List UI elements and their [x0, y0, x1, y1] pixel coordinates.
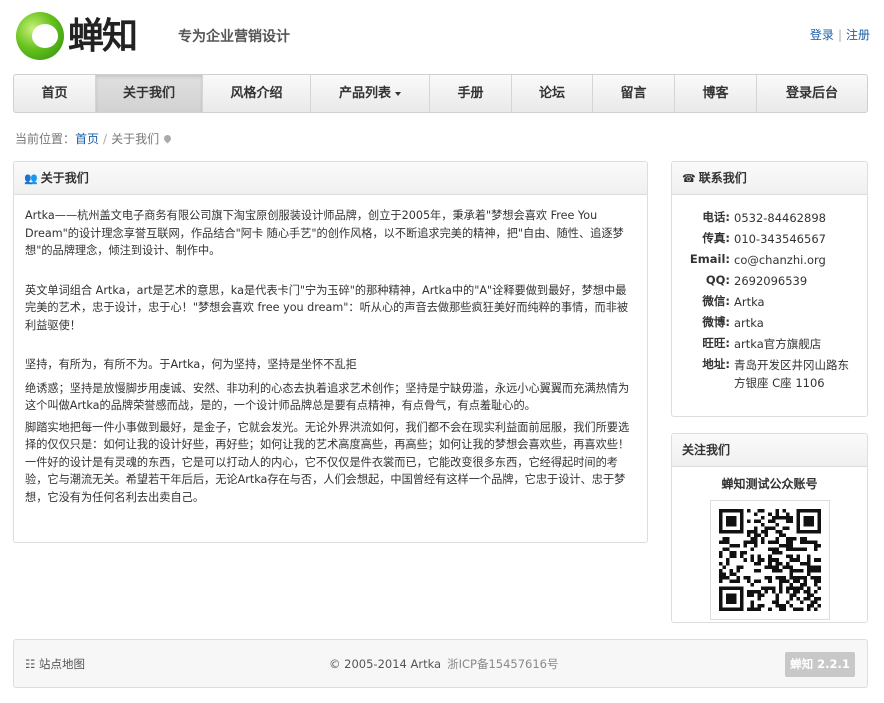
nav-item-products[interactable]: 产品列表 [311, 75, 430, 112]
address-value: 青岛开发区井冈山路东方银座 C座 1106 [734, 357, 849, 390]
nav-item-manual[interactable]: 手册 [430, 75, 512, 112]
about-paragraph: 英文单词组合 Artka，art是艺术的意思，ka是代表卡门"宁为玉碎"的那种精… [25, 283, 629, 332]
sitemap-link[interactable]: ☷ 站点地图 [25, 656, 85, 672]
contact-row-fax: 传真: 010-343546567 [682, 228, 857, 249]
map-marker-icon [162, 133, 173, 144]
about-content: Artka——杭州盖文电子商务有限公司旗下淘宝原创服装设计师品牌，创立于2005… [14, 195, 647, 522]
footer: ☷ 站点地图 © 2005-2014 Artka 浙ICP备15457616号 蝉… [13, 639, 868, 688]
about-paragraph: 脚踏实地把每一件小事做到最好，是金子，它就会发光。无论外界洪流如何，我们都不会在… [25, 420, 630, 504]
breadcrumb-home-link[interactable]: 首页 [75, 132, 99, 146]
contact-row-qq: QQ: 2692096539 [682, 270, 857, 291]
nav-item-forum[interactable]: 论坛 [512, 75, 593, 112]
breadcrumb-separator: / [103, 132, 108, 146]
sitemap-icon: ☷ [25, 657, 36, 671]
nav-item-blog[interactable]: 博客 [675, 75, 757, 112]
about-paragraph: Artka——杭州盖文电子商务有限公司旗下淘宝原创服装设计师品牌，创立于2005… [25, 209, 624, 257]
fax-value: 010-343546567 [734, 231, 826, 246]
qq-link[interactable]: 2692096539 [734, 270, 807, 291]
contact-row-wechat: 微信: Artka [682, 291, 857, 312]
email-link[interactable]: co@chanzhi.org [734, 249, 826, 270]
about-paragraph: 坚持，有所为，有所不为。于Artka，何为坚持，坚持是坐怀不乱拒 [25, 358, 357, 371]
nav-item-styles[interactable]: 风格介绍 [203, 75, 311, 112]
contact-list: 电话: 0532-84462898 传真: 010-343546567 Email:… [672, 195, 867, 392]
nav-item-message[interactable]: 留言 [593, 75, 675, 112]
qr-code [709, 500, 830, 620]
contact-row-wangwang: 旺旺: artka官方旗舰店 [682, 333, 857, 354]
contact-row-weibo: 微博: artka [682, 312, 857, 333]
contact-row-phone: 电话: 0532-84462898 [682, 207, 857, 228]
qr-code-icon [718, 509, 821, 611]
breadcrumb-current: 关于我们 [111, 132, 160, 146]
wechat-account-name: 蝉知测试公众账号 [721, 477, 818, 491]
breadcrumb-prefix: 当前位置： [15, 132, 76, 146]
contact-row-email: Email: co@chanzhi.org [682, 249, 857, 270]
register-link[interactable]: 注册 [846, 28, 870, 42]
contact-panel: ☎ 联系我们 电话: 0532-84462898 传真: 010-343546567 … [671, 161, 868, 417]
powered-by-badge[interactable]: 蝉知 2.2.1 [785, 652, 855, 677]
about-panel: 👥 关于我们 Artka——杭州盖文电子商务有限公司旗下淘宝原创服装设计师品牌，创… [13, 161, 648, 543]
about-title: 关于我们 [40, 171, 89, 185]
about-paragraph: 绝诱惑；坚持是放慢脚步用虔诚、安然、非功利的心态去执着追求艺术创作；坚持是宁缺毋… [25, 381, 630, 413]
nav-item-home[interactable]: 首页 [14, 75, 96, 112]
phone-icon: ☎ [682, 172, 696, 185]
nav-item-about[interactable]: 关于我们 [96, 75, 203, 112]
link-separator: | [837, 28, 842, 42]
top-links: 登录 | 注册 [810, 26, 870, 43]
weibo-link[interactable]: artka [734, 312, 764, 333]
contact-panel-header: ☎ 联系我们 [672, 162, 867, 195]
main-nav: 首页 关于我们 风格介绍 产品列表 手册 论坛 留言 博客 登录后台 [13, 74, 868, 113]
follow-panel: 关注我们 蝉知测试公众账号 [671, 433, 868, 623]
phone-link[interactable]: 0532-84462898 [734, 207, 826, 228]
logo-icon [16, 12, 64, 60]
about-panel-header: 👥 关于我们 [14, 162, 647, 195]
nav-item-admin[interactable]: 登录后台 [757, 75, 867, 112]
header: 蝉知 专为企业营销设计 登录 | 注册 [14, 10, 870, 66]
wangwang-link[interactable]: artka官方旗舰店 [734, 333, 821, 354]
copyright: © 2005-2014 Artka 浙ICP备15457616号 [329, 657, 559, 671]
breadcrumb: 当前位置：首页 / 关于我们 [15, 130, 173, 147]
logo[interactable]: 蝉知 [16, 12, 138, 60]
caret-down-icon [395, 91, 401, 96]
icp-link[interactable]: 浙ICP备15457616号 [447, 657, 558, 671]
logo-text: 蝉知 [68, 15, 138, 57]
login-link[interactable]: 登录 [810, 28, 834, 42]
follow-panel-header: 关注我们 [672, 434, 867, 467]
follow-title: 关注我们 [682, 443, 731, 457]
slogan: 专为企业营销设计 [178, 29, 290, 45]
contact-title: 联系我们 [698, 171, 747, 185]
users-icon: 👥 [24, 172, 38, 185]
wechat-value: Artka [734, 294, 765, 309]
contact-row-address: 地址: 青岛开发区井冈山路东方银座 C座 1106 [682, 354, 857, 392]
